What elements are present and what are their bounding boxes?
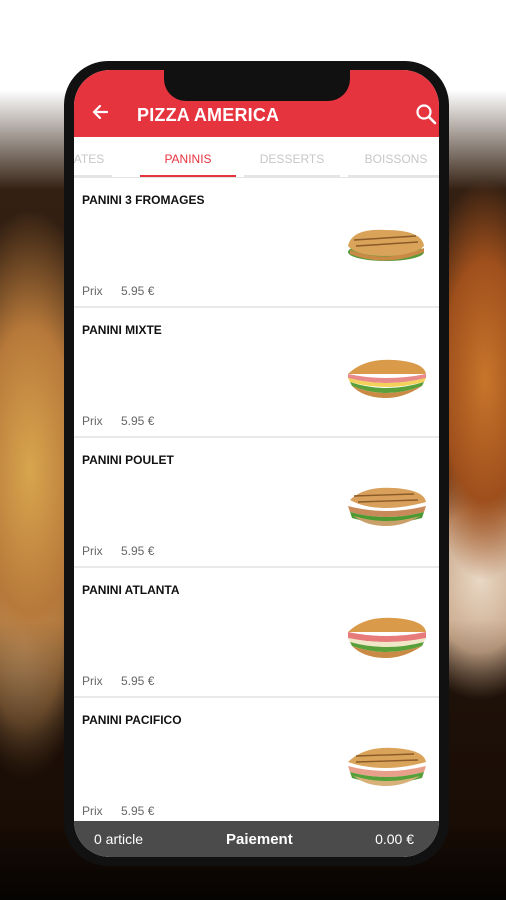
panini-image xyxy=(348,487,426,526)
tab-label: ATES xyxy=(74,152,105,166)
tab-boissons[interactable]: BOISSONS xyxy=(348,137,439,177)
product-name: PANINI 3 FROMAGES xyxy=(82,193,205,207)
panini-image xyxy=(348,747,426,786)
tab-underline xyxy=(244,175,340,177)
panini-image xyxy=(348,229,424,261)
price-label: Prix xyxy=(82,284,103,298)
list-item[interactable]: PANINI MIXTE Prix 5.95 € xyxy=(74,308,439,438)
price-label: Prix xyxy=(82,674,103,688)
product-name: PANINI MIXTE xyxy=(82,323,162,337)
panini-image xyxy=(348,617,426,658)
phone-notch xyxy=(164,70,350,101)
price-value: 5.95 € xyxy=(121,284,155,298)
tab-underline-active xyxy=(140,175,236,177)
cart-count: 0 article xyxy=(94,831,144,847)
price-label: Prix xyxy=(82,414,103,428)
tab-underline xyxy=(348,175,439,177)
list-item[interactable]: PANINI ATLANTA Prix 5.95 € xyxy=(74,568,439,698)
tab-ates[interactable]: ATES xyxy=(74,137,112,177)
tab-label: DESSERTS xyxy=(259,152,325,166)
app-screen: PIZZA AMERICA ATES PANINIS DESSERTS BOIS… xyxy=(74,70,439,857)
list-item[interactable]: PANINI PACIFICO Prix 5.95 € xyxy=(74,698,439,821)
product-list: PANINI 3 FROMAGES Prix 5.95 € PANINI MIX… xyxy=(74,178,439,821)
payment-button[interactable]: Paiement xyxy=(226,831,293,848)
search-icon[interactable] xyxy=(415,103,437,125)
category-tabs: ATES PANINIS DESSERTS BOISSONS xyxy=(74,137,439,178)
product-name: PANINI ATLANTA xyxy=(82,583,180,597)
price-value: 5.95 € xyxy=(121,674,155,688)
price-label: Prix xyxy=(82,804,103,818)
cart-footer: 0 article Paiement 0.00 € xyxy=(74,821,439,857)
product-name: PANINI PACIFICO xyxy=(82,713,182,727)
tab-label: BOISSONS xyxy=(364,152,428,166)
cart-total: 0.00 € xyxy=(375,831,414,847)
price-label: Prix xyxy=(82,544,103,558)
price-value: 5.95 € xyxy=(121,544,155,558)
price-value: 5.95 € xyxy=(121,804,155,818)
phone-frame: PIZZA AMERICA ATES PANINIS DESSERTS BOIS… xyxy=(64,61,449,866)
app-title: PIZZA AMERICA xyxy=(137,105,280,125)
tab-desserts[interactable]: DESSERTS xyxy=(244,137,340,177)
list-item[interactable]: PANINI 3 FROMAGES Prix 5.95 € xyxy=(74,178,439,308)
price-value: 5.95 € xyxy=(121,414,155,428)
arrow-left-icon[interactable] xyxy=(90,102,110,122)
tab-underline xyxy=(74,175,112,177)
list-item[interactable]: PANINI POULET Prix 5.95 € xyxy=(74,438,439,568)
panini-image xyxy=(348,359,426,398)
product-name: PANINI POULET xyxy=(82,453,174,467)
tab-paninis[interactable]: PANINIS xyxy=(140,137,236,177)
tab-label: PANINIS xyxy=(164,152,212,166)
